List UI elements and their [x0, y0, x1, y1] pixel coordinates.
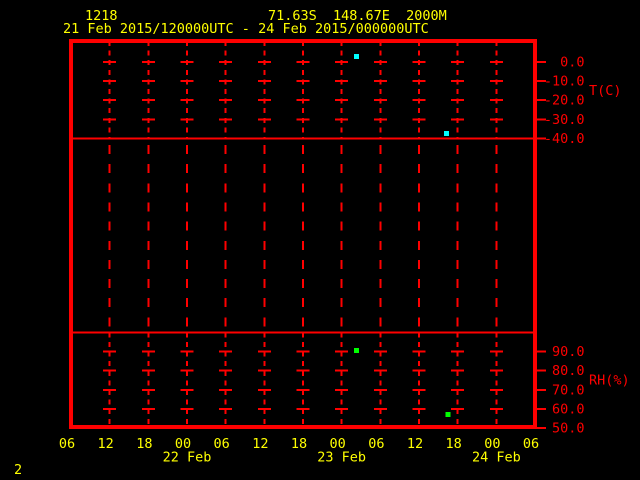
temperature-point — [353, 53, 359, 59]
temperature-tick-label: -40.0 — [544, 131, 585, 147]
date-label: 24 Feb — [472, 450, 521, 466]
relative_humidity-point — [353, 348, 359, 354]
date-label: 22 Feb — [163, 450, 212, 466]
relative_humidity-tick-label: 70.0 — [552, 382, 585, 398]
relative_humidity-tick-label: 80.0 — [552, 363, 585, 379]
relative_humidity-point — [445, 411, 451, 417]
hour-label: 12 — [407, 436, 423, 452]
relative_humidity-tick-label: 60.0 — [552, 401, 585, 417]
hour-label: 12 — [98, 436, 114, 452]
relative_humidity-tick-label: 50.0 — [552, 421, 585, 437]
page-number: 2 — [14, 462, 23, 478]
temperature-tick-label: -20.0 — [544, 93, 585, 109]
hour-label: 18 — [136, 436, 152, 452]
meteogram-screen: 1218 71.63S 148.67E 2000M 21 Feb 2015/12… — [0, 0, 640, 480]
hour-label: 12 — [252, 436, 268, 452]
hour-label: 06 — [59, 436, 75, 452]
hour-label: 18 — [446, 436, 462, 452]
relative_humidity-tick-label: 90.0 — [552, 344, 585, 360]
temperature-tick-label: 0.0 — [560, 54, 584, 70]
hour-label: 06 — [523, 436, 539, 452]
hour-label: 18 — [291, 436, 307, 452]
hour-label: 06 — [214, 436, 230, 452]
meteogram-chart: 0.0 -10.0 -20.0 -30.0 -40.0 T(C) 90.0 80.0 70.0 6… — [59, 39, 630, 466]
temperature-axis-label: T(C) — [589, 83, 622, 99]
hour-label: 06 — [368, 436, 384, 452]
temperature-tick-label: -10.0 — [544, 73, 585, 89]
temperature-tick-label: -30.0 — [544, 112, 585, 128]
temperature-point — [444, 130, 450, 136]
date-label: 23 Feb — [317, 450, 366, 466]
relative_humidity-axis-label: RH(%) — [589, 373, 630, 389]
